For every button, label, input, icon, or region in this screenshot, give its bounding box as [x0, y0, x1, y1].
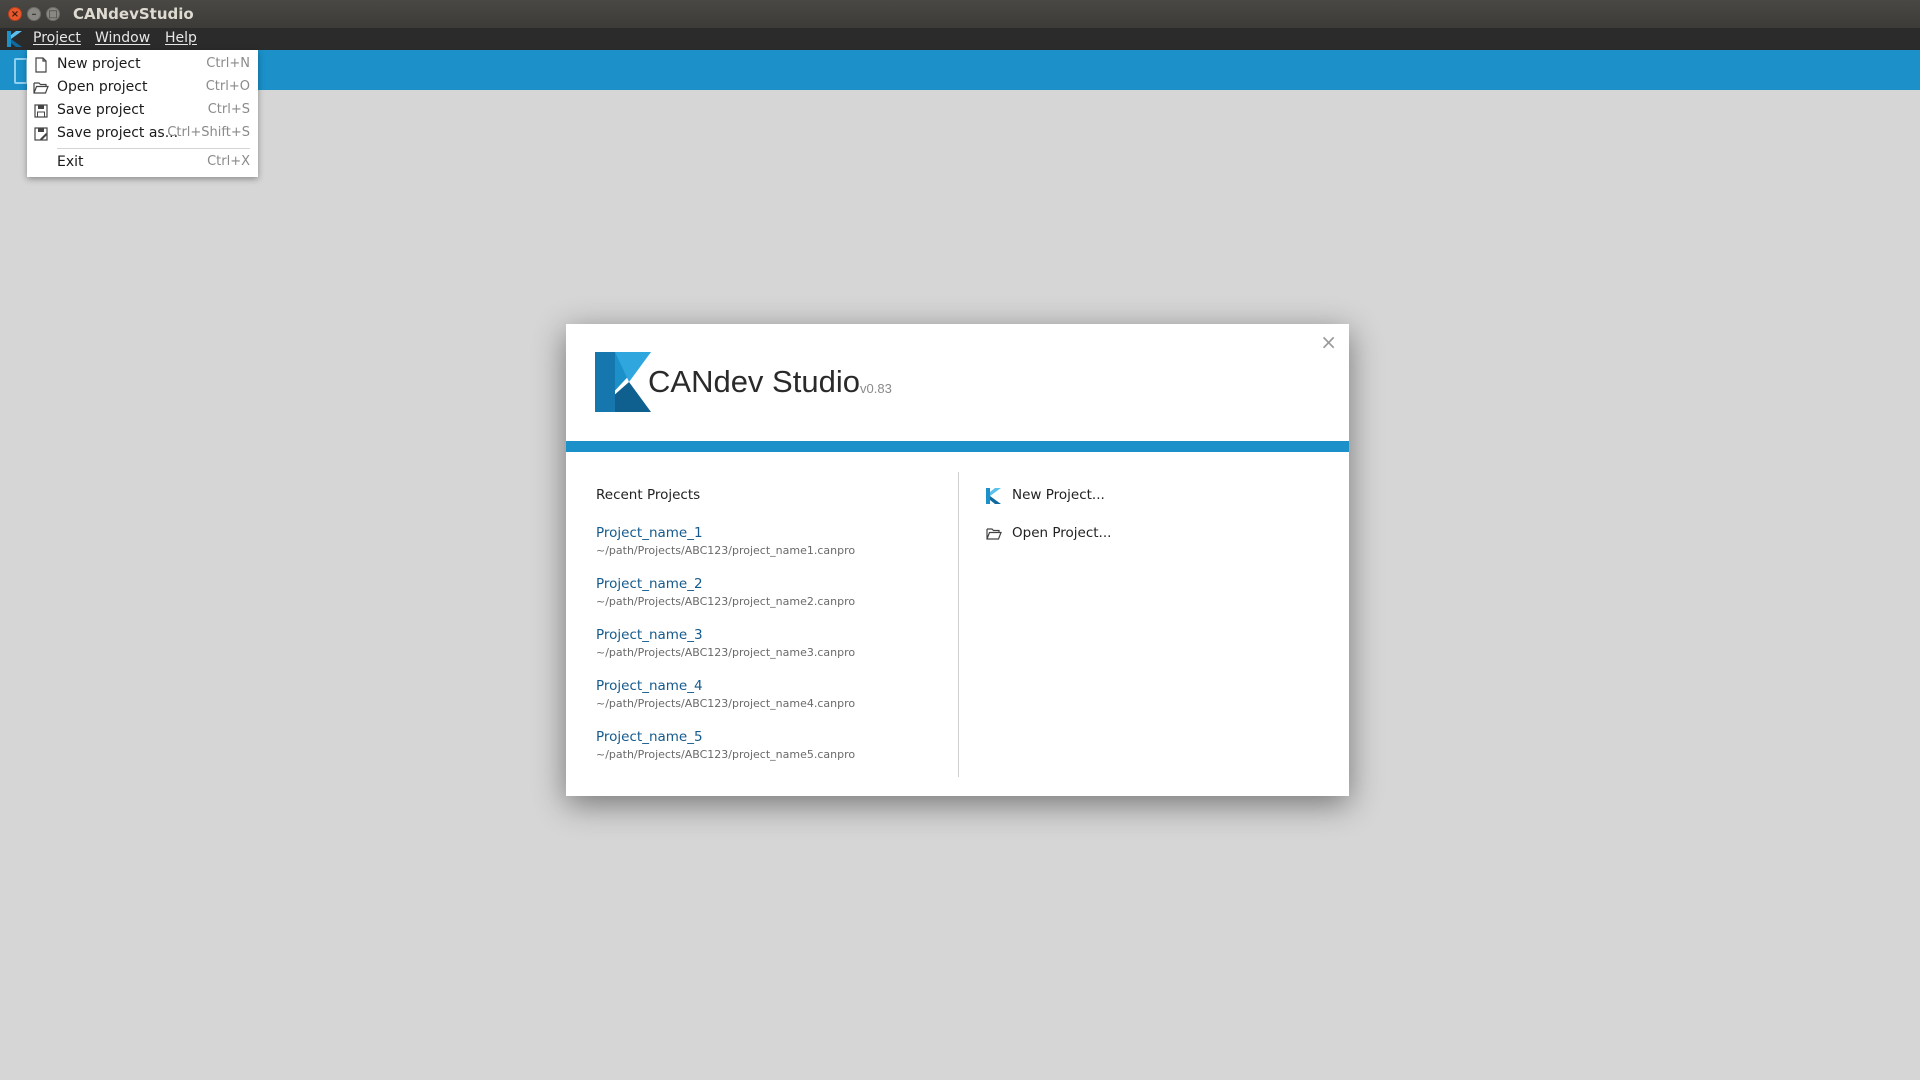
menu-item-exit[interactable]: Exit Ctrl+X	[27, 152, 258, 174]
toolbar	[0, 50, 1920, 90]
recent-project-name[interactable]: Project_name_2	[596, 576, 703, 592]
new-project-action[interactable]: New Project...	[986, 486, 1186, 508]
window-maximize-button[interactable]: □	[46, 7, 60, 21]
recent-project-item[interactable]: Project_name_1 ~/path/Projects/ABC123/pr…	[596, 525, 941, 571]
menu-item-shortcut: Ctrl+N	[206, 56, 250, 71]
menu-item-label: Save project	[57, 102, 145, 118]
menu-help[interactable]: Help	[165, 30, 197, 46]
menu-item-shortcut: Ctrl+O	[205, 79, 250, 94]
save-icon	[34, 104, 48, 118]
recent-project-name[interactable]: Project_name_3	[596, 627, 703, 643]
recent-project-path: ~/path/Projects/ABC123/project_name5.can…	[596, 748, 856, 761]
menu-separator	[57, 148, 250, 149]
dialog-title: CANdev Studio	[648, 364, 860, 399]
app-logo-icon	[7, 31, 22, 47]
menu-item-shortcut: Ctrl+X	[207, 154, 250, 169]
recent-project-item[interactable]: Project_name_3 ~/path/Projects/ABC123/pr…	[596, 627, 941, 673]
dialog-accent-band	[566, 441, 1349, 452]
menu-item-open-project[interactable]: Open project Ctrl+O	[27, 77, 258, 99]
open-project-action[interactable]: Open Project...	[986, 524, 1186, 546]
project-menu-dropdown: New project Ctrl+N Open project Ctrl+O S…	[27, 50, 258, 177]
recent-project-item[interactable]: Project_name_5 ~/path/Projects/ABC123/pr…	[596, 729, 941, 775]
recent-project-item[interactable]: Project_name_4 ~/path/Projects/ABC123/pr…	[596, 678, 941, 724]
menu-item-label: Open project	[57, 79, 148, 95]
window-title: CANdevStudio	[73, 5, 194, 23]
toolbar-button[interactable]	[14, 58, 28, 84]
folder-open-icon	[986, 528, 1002, 540]
menu-project[interactable]: Project	[33, 30, 81, 46]
dialog-column-divider	[958, 472, 959, 777]
menu-item-new-project[interactable]: New project Ctrl+N	[27, 54, 258, 76]
menu-item-save-project[interactable]: Save project Ctrl+S	[27, 100, 258, 122]
menubar: Project Window Help	[0, 28, 1920, 50]
menu-window[interactable]: Window	[95, 30, 150, 46]
recent-project-path: ~/path/Projects/ABC123/project_name1.can…	[596, 544, 856, 557]
recent-project-name[interactable]: Project_name_5	[596, 729, 703, 745]
save-as-icon	[34, 127, 48, 141]
menu-item-shortcut: Ctrl+Shift+S	[167, 125, 250, 140]
candev-logo-icon	[986, 488, 1001, 504]
menu-item-save-project-as[interactable]: Save project as... Ctrl+Shift+S	[27, 123, 258, 145]
window-close-button[interactable]: ×	[8, 7, 22, 21]
recent-projects-heading: Recent Projects	[596, 487, 701, 503]
window-minimize-button[interactable]: –	[27, 7, 41, 21]
new-file-icon	[35, 57, 47, 73]
new-project-label: New Project...	[1012, 487, 1105, 503]
menu-item-label: Exit	[57, 154, 84, 170]
recent-project-path: ~/path/Projects/ABC123/project_name4.can…	[596, 697, 856, 710]
folder-open-icon	[33, 82, 49, 94]
recent-project-item[interactable]: Project_name_2 ~/path/Projects/ABC123/pr…	[596, 576, 941, 622]
start-dialog: × CANdev Studio v0.83 Recent Projects Pr…	[566, 324, 1349, 796]
version-label: v0.83	[860, 381, 892, 396]
recent-project-path: ~/path/Projects/ABC123/project_name3.can…	[596, 646, 856, 659]
recent-project-path: ~/path/Projects/ABC123/project_name2.can…	[596, 595, 856, 608]
window-titlebar: × – □ CANdevStudio	[0, 0, 1920, 28]
open-project-label: Open Project...	[1012, 525, 1112, 541]
recent-project-name[interactable]: Project_name_1	[596, 525, 703, 541]
menu-item-label: New project	[57, 56, 141, 72]
dialog-close-button[interactable]: ×	[1320, 332, 1337, 352]
recent-project-name[interactable]: Project_name_4	[596, 678, 703, 694]
menu-item-shortcut: Ctrl+S	[207, 102, 250, 117]
menu-item-label: Save project as...	[57, 125, 179, 141]
candev-logo-icon	[595, 352, 651, 412]
